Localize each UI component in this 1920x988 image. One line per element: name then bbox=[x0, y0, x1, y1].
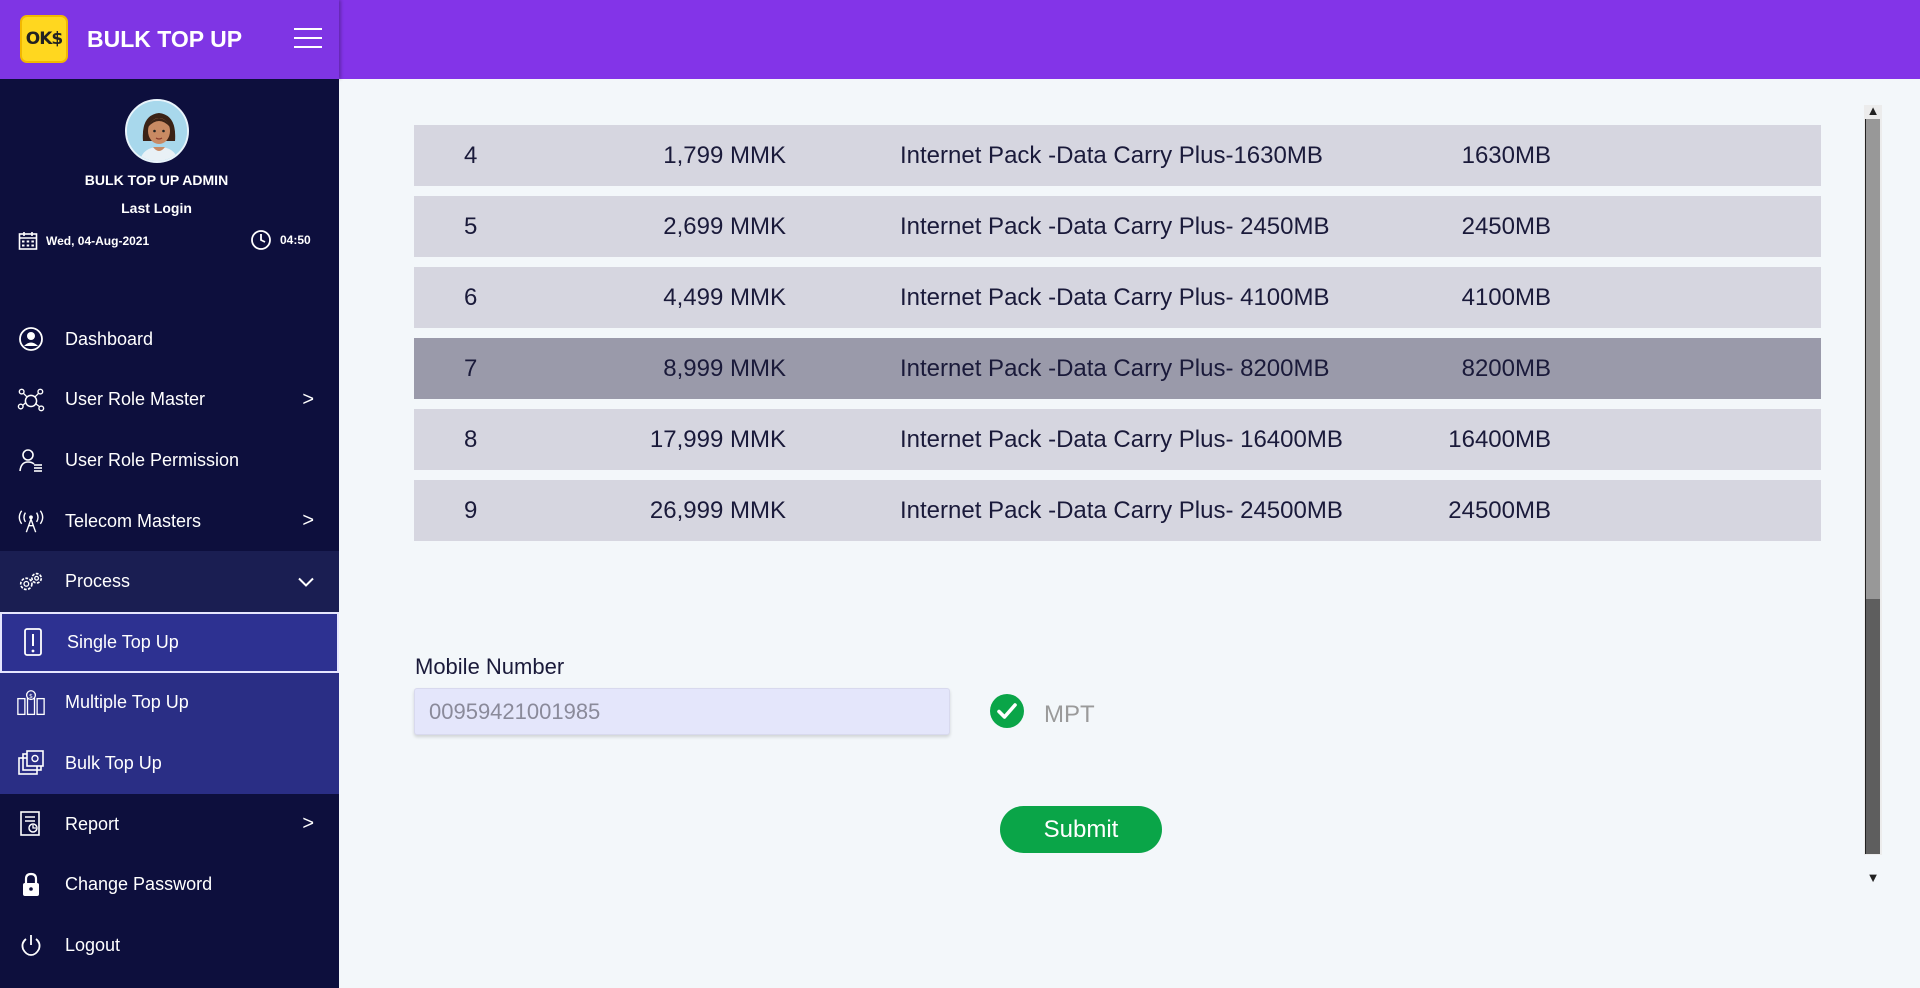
row-description: Internet Pack -Data Carry Plus-1630MB bbox=[900, 141, 1323, 169]
power-icon bbox=[17, 931, 45, 959]
row-description: Internet Pack -Data Carry Plus- 24500MB bbox=[900, 496, 1343, 524]
user-circle-icon bbox=[17, 325, 45, 353]
lock-icon bbox=[17, 871, 45, 899]
hamburger-menu-icon[interactable] bbox=[294, 28, 322, 50]
row-number: 4 bbox=[464, 141, 478, 169]
sidebar-item-bulk-top-up[interactable]: Bulk Top Up bbox=[0, 733, 339, 794]
table-row[interactable]: 6 4,499 MMK Internet Pack -Data Carry Pl… bbox=[414, 267, 1821, 328]
row-description: Internet Pack -Data Carry Plus- 4100MB bbox=[900, 283, 1330, 311]
antenna-icon bbox=[17, 507, 45, 535]
table-row[interactable]: 4 1,799 MMK Internet Pack -Data Carry Pl… bbox=[414, 125, 1821, 186]
row-size: 4100MB bbox=[1461, 283, 1551, 311]
sidebar-item-label: Single Top Up bbox=[67, 631, 179, 652]
sidebar-item-label: Multiple Top Up bbox=[65, 692, 189, 713]
clock-icon bbox=[251, 230, 271, 250]
row-price: 26,999 MMK bbox=[649, 496, 786, 524]
logo-text: OK$ bbox=[25, 29, 63, 49]
row-number: 9 bbox=[464, 496, 478, 524]
sidebar-item-change-password[interactable]: Change Password bbox=[0, 854, 339, 915]
admin-name: BULK TOP UP ADMIN bbox=[84, 172, 229, 188]
row-number: 8 bbox=[464, 425, 478, 453]
row-number: 6 bbox=[464, 283, 478, 311]
sidebar-item-dashboard[interactable]: Dashboard bbox=[0, 309, 339, 370]
network-icon bbox=[17, 386, 45, 414]
row-description: Internet Pack -Data Carry Plus- 8200MB bbox=[900, 354, 1330, 382]
login-time: 04:50 bbox=[250, 229, 311, 251]
sidebar-item-label: Process bbox=[65, 571, 131, 592]
sidebar: BULK TOP UP ADMIN Last Login Wed, 04-Aug… bbox=[0, 79, 339, 988]
login-time-text: 04:50 bbox=[280, 233, 311, 247]
chevron-down-icon bbox=[298, 570, 314, 593]
sidebar-item-label: Logout bbox=[65, 934, 121, 955]
row-description: Internet Pack -Data Carry Plus- 2450MB bbox=[900, 212, 1330, 240]
multi-topup-icon: $ bbox=[17, 689, 45, 717]
sidebar-item-label: Dashboard bbox=[65, 328, 154, 349]
sidebar-item-label: Bulk Top Up bbox=[65, 752, 162, 773]
row-size: 1630MB bbox=[1461, 141, 1551, 169]
svg-text:$: $ bbox=[29, 693, 33, 700]
row-size: 2450MB bbox=[1461, 212, 1551, 240]
brand-header: OK$ BULK TOP UP bbox=[0, 0, 339, 79]
submit-button[interactable]: Submit bbox=[1000, 806, 1162, 853]
chevron-right-icon: > bbox=[302, 509, 314, 532]
sidebar-item-label: Telecom Masters bbox=[65, 510, 202, 531]
row-number: 5 bbox=[464, 212, 478, 240]
sidebar-item-process[interactable]: Process bbox=[0, 551, 339, 612]
row-description: Internet Pack -Data Carry Plus- 16400MB bbox=[900, 425, 1343, 453]
sidebar-item-label: User Role Master bbox=[65, 389, 206, 410]
chevron-right-icon: > bbox=[302, 812, 314, 835]
row-price: 1,799 MMK bbox=[663, 141, 786, 169]
row-price: 17,999 MMK bbox=[649, 425, 786, 453]
calendar-icon bbox=[18, 232, 38, 250]
table-row[interactable]: 8 17,999 MMK Internet Pack -Data Carry P… bbox=[414, 409, 1821, 470]
sidebar-item-label: Report bbox=[65, 813, 120, 834]
bulk-topup-icon bbox=[17, 749, 45, 777]
report-icon bbox=[17, 810, 45, 838]
table-row-selected[interactable]: 7 8,999 MMK Internet Pack -Data Carry Pl… bbox=[414, 338, 1821, 399]
avatar bbox=[125, 99, 189, 163]
mobile-number-label: Mobile Number bbox=[415, 654, 565, 679]
sidebar-item-logout[interactable]: Logout bbox=[0, 915, 339, 976]
row-size: 8200MB bbox=[1461, 354, 1551, 382]
scroll-down-arrow-icon[interactable]: ▼ bbox=[1866, 871, 1880, 885]
mobile-number-input[interactable] bbox=[414, 688, 950, 735]
package-table: 4 1,799 MMK Internet Pack -Data Carry Pl… bbox=[414, 125, 1821, 551]
check-circle-icon bbox=[990, 694, 1024, 728]
user-list-icon bbox=[17, 446, 45, 474]
table-row[interactable]: 5 2,699 MMK Internet Pack -Data Carry Pl… bbox=[414, 196, 1821, 257]
chevron-right-icon: > bbox=[302, 388, 314, 411]
login-date: Wed, 04-Aug-2021 bbox=[18, 231, 149, 251]
phone-icon bbox=[19, 628, 47, 657]
table-row[interactable]: 9 26,999 MMK Internet Pack -Data Carry P… bbox=[414, 480, 1821, 541]
sidebar-item-multiple-top-up[interactable]: $ Multiple Top Up bbox=[0, 672, 339, 734]
scrollbar-thumb[interactable] bbox=[1865, 599, 1880, 854]
app-title: BULK TOP UP bbox=[87, 26, 243, 52]
login-date-text: Wed, 04-Aug-2021 bbox=[46, 234, 150, 248]
app-logo: OK$ bbox=[20, 15, 68, 63]
sidebar-item-user-role-master[interactable]: User Role Master > bbox=[0, 370, 339, 431]
scroll-up-arrow-icon[interactable]: ▲ bbox=[1866, 104, 1880, 118]
sidebar-item-single-top-up[interactable]: Single Top Up bbox=[0, 611, 339, 673]
sidebar-item-label: User Role Permission bbox=[65, 449, 240, 470]
row-size: 16400MB bbox=[1448, 425, 1551, 453]
operator-label: MPT bbox=[1044, 701, 1095, 728]
row-number: 7 bbox=[464, 354, 478, 382]
gears-icon bbox=[17, 568, 45, 596]
sidebar-item-user-role-permission[interactable]: User Role Permission bbox=[0, 430, 339, 491]
sidebar-nav: Dashboard User Role Master > User Role P… bbox=[0, 309, 339, 976]
row-price: 8,999 MMK bbox=[663, 354, 786, 382]
sidebar-item-telecom-masters[interactable]: Telecom Masters > bbox=[0, 491, 339, 552]
row-size: 24500MB bbox=[1448, 496, 1551, 524]
sidebar-item-report[interactable]: Report > bbox=[0, 794, 339, 855]
sidebar-item-label: Change Password bbox=[65, 874, 213, 895]
row-price: 2,699 MMK bbox=[663, 212, 786, 240]
last-login-label: Last Login bbox=[121, 200, 192, 216]
row-price: 4,499 MMK bbox=[663, 283, 786, 311]
